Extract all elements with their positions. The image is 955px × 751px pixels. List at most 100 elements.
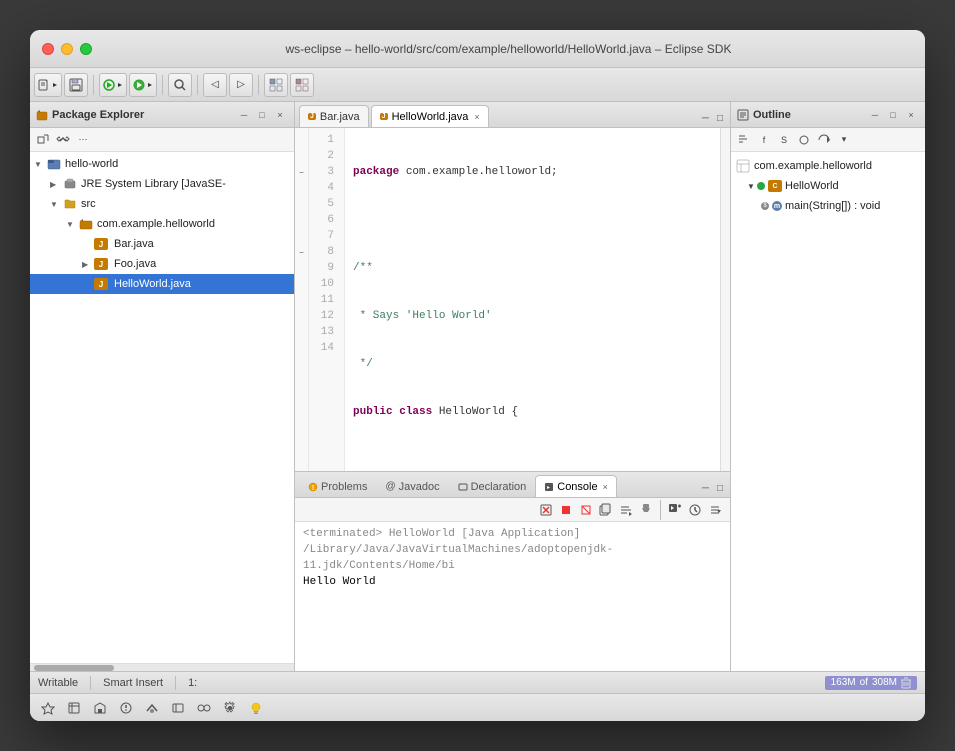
action-btn-5[interactable] <box>142 698 162 718</box>
tree-arrow-foo[interactable]: ▶ <box>82 260 94 269</box>
console-output[interactable]: <terminated> HelloWorld [Java Applicatio… <box>295 522 730 671</box>
outline-item-package[interactable]: com.example.helloworld <box>731 156 925 176</box>
package-explorer-header: Package Explorer ─ □ × <box>30 102 294 128</box>
new-console-button[interactable] <box>666 501 684 519</box>
trash-icon <box>901 677 911 689</box>
outline-hide-static[interactable]: S <box>775 131 793 149</box>
tab-label-declaration: Declaration <box>471 481 527 493</box>
tab-declaration[interactable]: Declaration <box>449 475 536 497</box>
tree-item-helloworld[interactable]: ▶ J HelloWorld.java <box>30 274 294 294</box>
maximize-panel-button[interactable]: □ <box>254 107 270 123</box>
tree-arrow-jre[interactable]: ▶ <box>50 180 62 189</box>
tree-label-hello-world: hello-world <box>65 158 118 170</box>
prev-edit-button[interactable]: ◁ <box>203 73 227 97</box>
debug-button[interactable] <box>99 73 127 97</box>
remove-launch-button[interactable] <box>577 501 595 519</box>
status-memory[interactable]: 163M of 308M <box>825 676 917 690</box>
scroll-lock-button[interactable] <box>617 501 635 519</box>
method-badge: $ <box>761 202 769 210</box>
outline-item-class[interactable]: ▼ C HelloWorld <box>731 176 925 196</box>
outline-arrow-class[interactable]: ▼ <box>747 182 757 191</box>
action-btn-3[interactable] <box>90 698 110 718</box>
outline-item-method[interactable]: $ m main(String[]) : void <box>731 196 925 216</box>
minimize-button[interactable] <box>61 43 73 55</box>
search-button[interactable] <box>168 73 192 97</box>
perspective-button[interactable] <box>264 73 288 97</box>
action-btn-4[interactable] <box>116 698 136 718</box>
tab-problems[interactable]: ! Problems <box>299 475 376 497</box>
close-panel-button[interactable]: × <box>272 107 288 123</box>
outline-hide-non-public[interactable] <box>795 131 813 149</box>
tree-item-src[interactable]: ▼ src <box>30 194 294 214</box>
maximize-bottom-button[interactable]: □ <box>714 479 726 497</box>
run-button[interactable] <box>129 73 157 97</box>
code-editor[interactable]: − − 1 <box>295 128 730 471</box>
tree-arrow-package[interactable]: ▼ <box>66 220 78 229</box>
clear-console-button[interactable] <box>537 501 555 519</box>
line-num-4: 4 <box>309 180 340 196</box>
gutter-collapse-8[interactable]: − <box>295 244 308 260</box>
java-icon-helloworld: J <box>94 278 108 290</box>
maximize-outline-button[interactable]: □ <box>885 107 901 123</box>
outline-header: Outline ─ □ × <box>731 102 925 128</box>
gutter-collapse-3[interactable]: − <box>295 164 308 180</box>
maximize-editor-button[interactable]: □ <box>714 109 726 127</box>
maximize-button[interactable] <box>80 43 92 55</box>
tab-bar-java[interactable]: J Bar.java <box>299 105 369 127</box>
new-button[interactable] <box>34 73 62 97</box>
outline-tree: com.example.helloworld ▼ C HelloWorld $ … <box>731 152 925 671</box>
collapse-all-button[interactable] <box>34 131 52 149</box>
line-numbers: 1 2 3 4 5 6 7 8 9 10 11 12 13 14 <box>309 128 345 471</box>
code-content[interactable]: package com.example.helloworld; /** * Sa… <box>345 128 720 471</box>
outline-view-menu[interactable]: ▾ <box>835 131 853 149</box>
terminate-button[interactable] <box>557 501 575 519</box>
next-edit-button[interactable]: ▷ <box>229 73 253 97</box>
console-close-icon[interactable]: × <box>603 482 608 492</box>
link-editor-button[interactable] <box>54 131 72 149</box>
tree-arrow-src[interactable]: ▼ <box>50 200 62 209</box>
tree-item-foo[interactable]: ▶ J Foo.java <box>30 254 294 274</box>
action-btn-gear[interactable] <box>220 698 240 718</box>
tab-close-helloworld[interactable]: × <box>474 112 479 122</box>
tree-item-jre[interactable]: ▶ JRE System Library [JavaSE- <box>30 174 294 194</box>
pin-console-button[interactable] <box>637 501 655 519</box>
memory-used: 163M <box>831 677 856 688</box>
save-button[interactable] <box>64 73 88 97</box>
action-btn-7[interactable] <box>194 698 214 718</box>
action-btn-2[interactable] <box>64 698 84 718</box>
action-btn-lightbulb[interactable] <box>246 698 266 718</box>
outline-sort-button[interactable] <box>735 131 753 149</box>
tab-javadoc[interactable]: @ Javadoc <box>376 475 448 497</box>
outline-hide-fields[interactable]: f <box>755 131 773 149</box>
tree-item-package[interactable]: ▼ com.example.helloworld <box>30 214 294 234</box>
status-position: 1: <box>188 677 197 689</box>
editor-tab-bar: J Bar.java J HelloWorld.java × ─ □ <box>295 102 730 128</box>
tree-item-bar[interactable]: ▶ J Bar.java <box>30 234 294 254</box>
view-menu-button[interactable] <box>706 501 724 519</box>
copy-output-button[interactable] <box>597 501 615 519</box>
tab-console[interactable]: Console × <box>535 475 617 497</box>
outline-sync-button[interactable] <box>815 131 833 149</box>
open-console-button[interactable] <box>686 501 704 519</box>
src-icon <box>62 197 78 211</box>
minimize-outline-button[interactable]: ─ <box>867 107 883 123</box>
tree-item-hello-world[interactable]: ▼ hello-world <box>30 154 294 174</box>
open-perspective-button[interactable] <box>290 73 314 97</box>
tab-icon-helloworld: J <box>380 113 388 120</box>
scrollbar-thumb[interactable] <box>34 665 114 671</box>
toolbar-btn-3[interactable]: ⋯ <box>74 131 92 149</box>
package-explorer-title: Package Explorer <box>52 109 144 121</box>
close-button[interactable] <box>42 43 54 55</box>
console-hello-world: Hello World <box>303 574 722 590</box>
action-btn-6[interactable] <box>168 698 188 718</box>
editor-scrollbar[interactable] <box>720 128 730 471</box>
close-outline-button[interactable]: × <box>903 107 919 123</box>
tab-helloworld-java[interactable]: J HelloWorld.java × <box>371 105 489 127</box>
minimize-editor-button[interactable]: ─ <box>699 109 712 127</box>
package-explorer-scrollbar[interactable] <box>30 663 294 671</box>
minimize-bottom-button[interactable]: ─ <box>699 479 712 497</box>
minimize-panel-button[interactable]: ─ <box>236 107 252 123</box>
tree-arrow-hello-world[interactable]: ▼ <box>34 160 46 169</box>
action-btn-1[interactable] <box>38 698 58 718</box>
tab-label-problems: Problems <box>321 481 367 493</box>
